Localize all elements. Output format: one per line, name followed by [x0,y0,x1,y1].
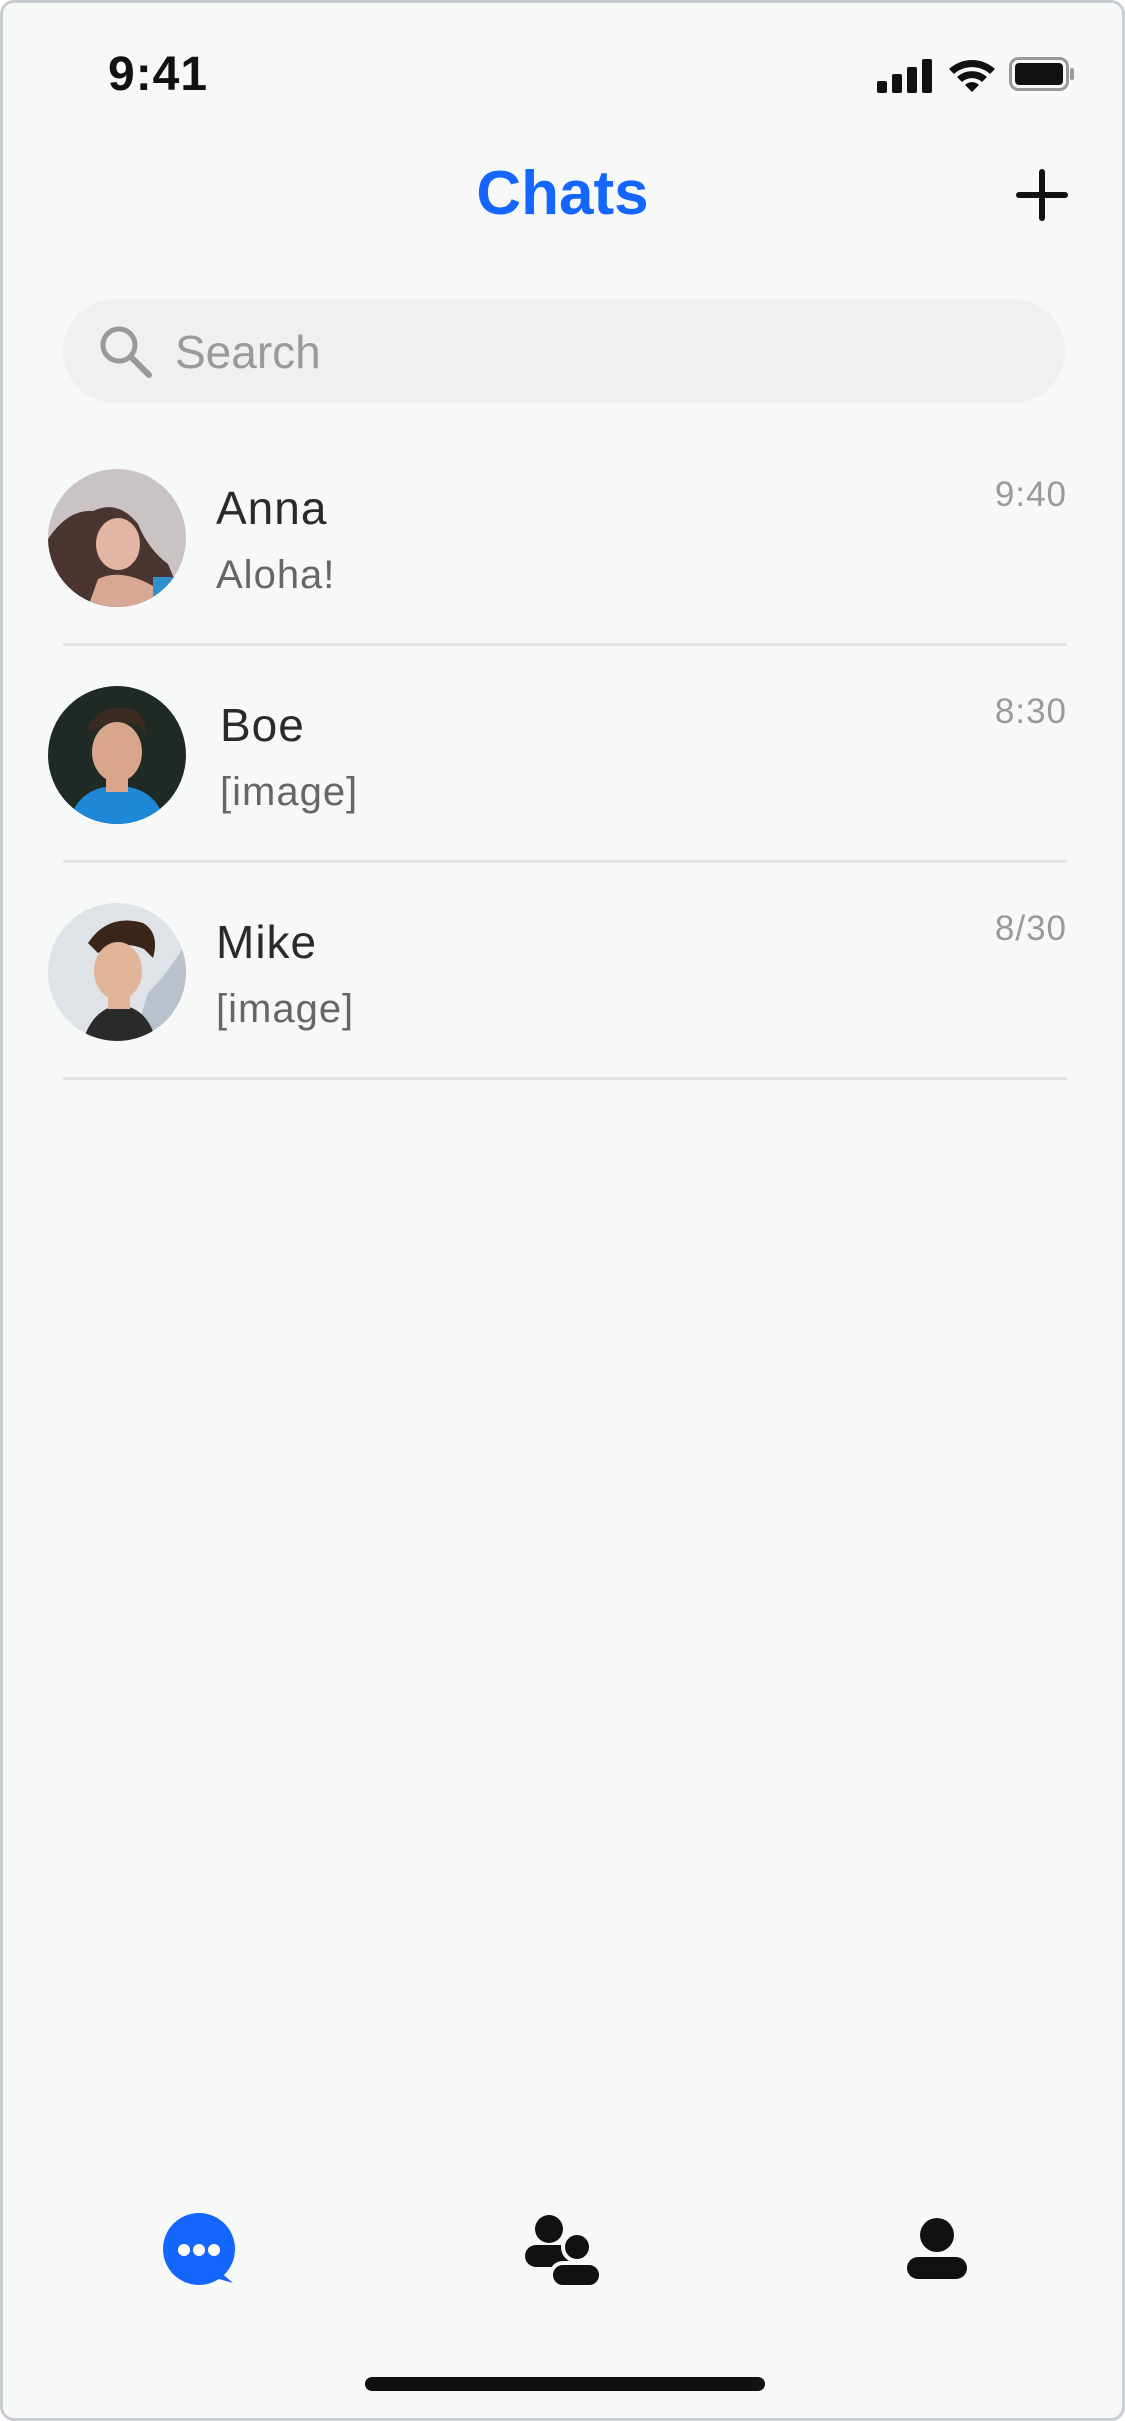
chat-time: 9:40 [994,475,1067,514]
chat-time: 8/30 [994,909,1067,948]
tab-chats[interactable] [163,2203,239,2293]
plus-icon[interactable] [1014,167,1070,223]
divider [63,860,1067,863]
phone-screen: 9:41 Chats Search Anna Aloha! 9:40 Boe [… [0,0,1125,2421]
search-bar[interactable] [63,299,1065,405]
chat-last-message: [image] [216,987,355,1031]
divider [63,643,1067,646]
home-indicator[interactable] [365,2377,765,2391]
chat-last-message: [image] [220,770,359,814]
wifi-icon [949,60,995,92]
chat-item[interactable]: Anna Aloha! 9:40 [3,469,1122,686]
divider [63,1077,1067,1080]
search-input[interactable] [173,299,1037,405]
person-icon [907,2218,967,2279]
people-icon [525,2215,601,2289]
signal-icon [877,59,932,93]
chat-time: 8:30 [994,692,1067,731]
avatar [48,686,186,824]
tab-profile[interactable] [905,2203,969,2293]
chat-last-message: Aloha! [216,553,336,597]
chat-item[interactable]: Boe [image] 8:30 [3,686,1122,903]
chat-item[interactable]: Mike [image] 8/30 [3,903,1122,1120]
chat-bubble-icon [163,2213,235,2285]
avatar [48,469,186,607]
page-title: Chats [476,159,649,228]
battery-icon [1009,57,1074,91]
chat-name: Mike [216,916,318,968]
avatar [48,903,186,1041]
chat-name: Boe [220,699,305,751]
search-icon [100,326,152,378]
chat-name: Anna [216,482,328,534]
tab-contacts[interactable] [523,2203,601,2293]
status-time: 9:41 [108,48,209,101]
